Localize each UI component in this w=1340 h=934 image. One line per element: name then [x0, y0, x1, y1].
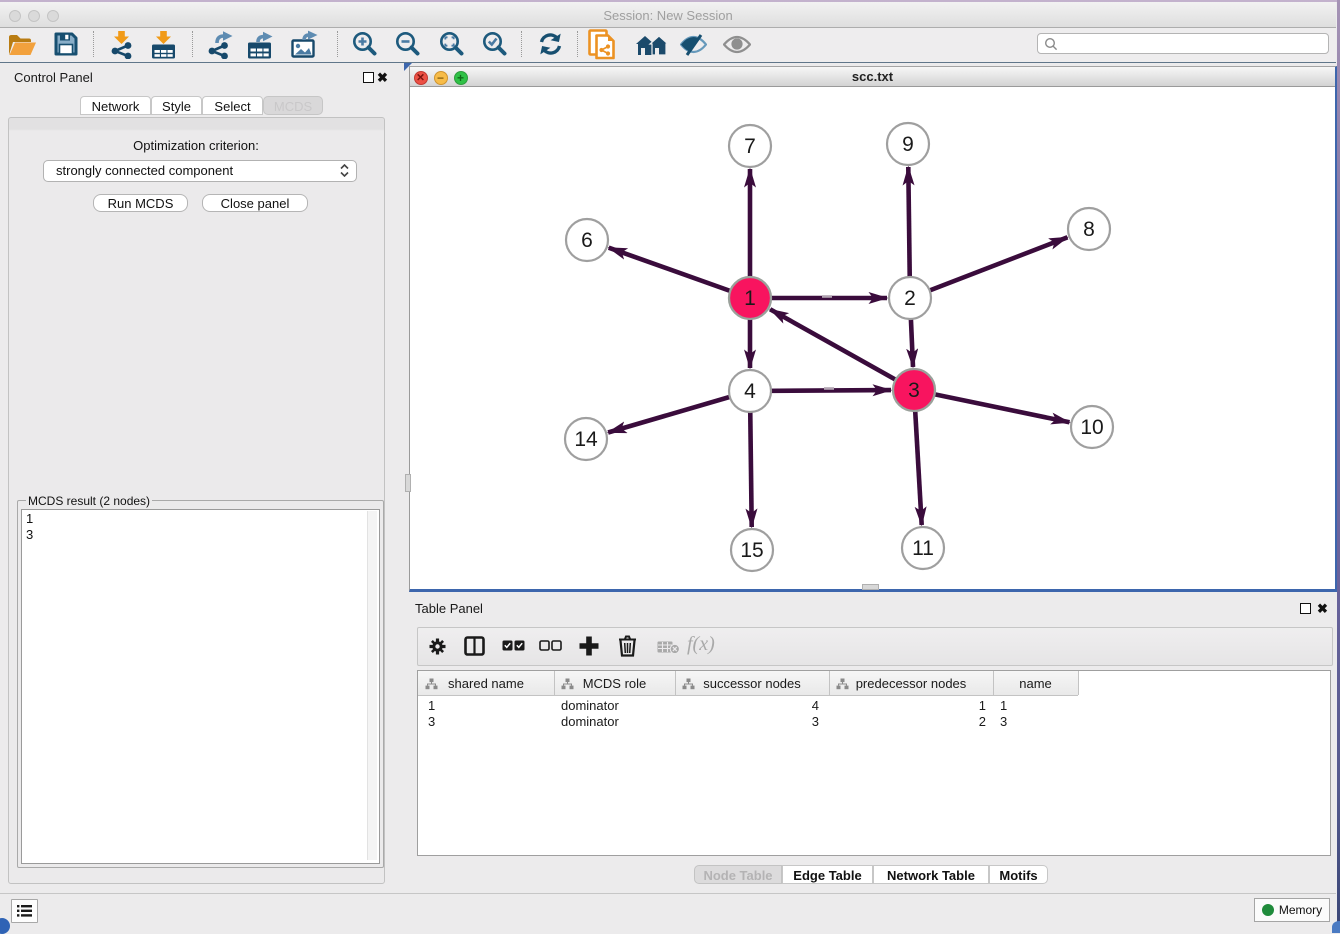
svg-text:2: 2	[904, 287, 916, 310]
svg-text:14: 14	[574, 428, 598, 451]
svg-text:4: 4	[744, 380, 756, 403]
svg-text:1: 1	[744, 287, 756, 310]
svg-text:3: 3	[908, 379, 920, 402]
svg-text:8: 8	[1083, 218, 1095, 241]
svg-text:11: 11	[912, 537, 934, 560]
svg-text:15: 15	[740, 539, 763, 562]
svg-text:10: 10	[1080, 416, 1103, 439]
svg-text:9: 9	[902, 133, 914, 156]
svg-text:6: 6	[581, 229, 593, 252]
svg-text:7: 7	[744, 135, 756, 158]
